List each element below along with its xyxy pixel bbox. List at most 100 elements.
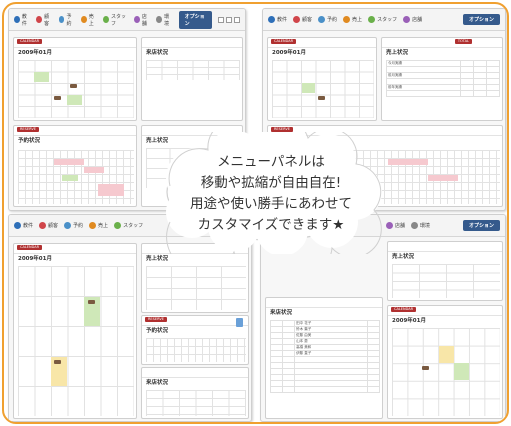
settings-icon — [411, 222, 419, 229]
shop-panel-title: 来店状況 — [270, 310, 293, 316]
heart-icon — [39, 222, 47, 229]
nav-bar: 教件 顧客 予約 売上 スタッフ 店舗 オプション — [263, 9, 505, 31]
reserve-block — [428, 175, 458, 181]
calendar-grid[interactable] — [18, 266, 134, 416]
heart-icon — [36, 16, 43, 23]
nav-item-env[interactable]: 環境 — [156, 13, 172, 27]
nav-item-customer[interactable]: 顧客 — [39, 222, 58, 229]
window-controls[interactable] — [218, 16, 240, 23]
nav-item-customer[interactable]: 顧客 — [293, 16, 312, 23]
calendar-tab: CALENDAR — [17, 39, 43, 44]
sales-panel[interactable]: TOTAL 売上状況 今月実績 前月実績 前年実績 — [381, 37, 503, 121]
settings-icon — [156, 16, 163, 23]
sales-table — [392, 264, 500, 298]
calendar-highlight — [454, 363, 469, 380]
nav-item-shop[interactable]: 店舗 — [386, 222, 405, 229]
shop-table — [146, 390, 246, 416]
calendar-month: 2009年01月 — [272, 50, 306, 56]
nav-bar: 教件 顧客 予約 売上 スタッフ 店舗 環境 オプション — [9, 9, 245, 31]
reserve-block — [62, 175, 78, 181]
nav-item-sales[interactable]: 売上 — [80, 13, 97, 27]
calendar-highlight — [302, 83, 315, 93]
calendar-grid[interactable] — [18, 60, 134, 118]
nav-item-home[interactable]: 教件 — [14, 222, 33, 229]
booking-tag[interactable] — [318, 96, 325, 100]
nav-item-shop[interactable]: 店舗 — [133, 13, 150, 27]
reserve-panel[interactable]: RESERVE 予約状況 — [141, 315, 249, 365]
reserve-grid[interactable] — [146, 338, 246, 362]
nav-item-staff[interactable]: スタッフ — [103, 13, 128, 27]
sales-title: 売上状況 — [386, 50, 409, 56]
options-button[interactable]: オプション — [178, 10, 212, 29]
reserve-block — [84, 167, 104, 173]
callout-line: カスタマイズできます★ — [197, 217, 345, 233]
callout-line: 用途や使い勝手にあわせて — [190, 196, 352, 212]
booking-tag[interactable] — [54, 360, 61, 364]
options-button[interactable]: オプション — [462, 14, 500, 25]
shop-icon — [133, 16, 140, 23]
sales-title: 売上状況 — [146, 256, 169, 262]
shop-panel[interactable]: 来店状況 — [141, 37, 243, 121]
trash-icon[interactable] — [236, 318, 243, 327]
calendar-highlight — [439, 346, 454, 363]
shop-panel-title: 来店状況 — [146, 50, 169, 56]
reserve-panel[interactable]: RESERVE 予約状況 — [13, 125, 137, 207]
reserve-block — [98, 184, 124, 196]
nav-item-env[interactable]: 環境 — [411, 222, 430, 229]
booking-tag[interactable] — [422, 366, 429, 370]
callout-text: メニューパネルは 移動や拡縮が自由自在! 用途や使い勝手にあわせて カスタマイズ… — [156, 152, 386, 236]
yen-icon — [343, 16, 351, 23]
nav-item-reserve[interactable]: 予約 — [318, 16, 337, 23]
nav-item-home[interactable]: 教件 — [14, 13, 30, 27]
booking-tag[interactable] — [54, 96, 61, 100]
home-icon — [14, 16, 20, 23]
sales-summary-table: 今月実績 前月実績 前年実績 — [386, 60, 501, 97]
sales-panel[interactable]: 売上状況 — [387, 241, 503, 301]
sales-table — [146, 266, 246, 310]
reserve-title: 予約状況 — [146, 328, 169, 334]
calendar-month: 2009年01月 — [392, 318, 426, 324]
staff-icon — [368, 16, 376, 23]
yen-icon — [89, 222, 97, 229]
shop-panel[interactable]: 来店状況 田中 花子 鈴木 葉子 佐藤 由美 山本 恵 高橋 美和 伊藤 直子 — [265, 297, 383, 419]
calendar-panel[interactable]: CALENDAR 2009年01月 — [13, 37, 137, 121]
callout-line: メニューパネルは — [217, 154, 325, 170]
shop-visit-table: 田中 花子 鈴木 葉子 佐藤 由美 山本 恵 高橋 美和 伊藤 直子 — [269, 320, 381, 393]
calendar-month: 2009年01月 — [18, 50, 52, 56]
calendar-panel-large[interactable]: CALENDAR 2009年01月 — [13, 243, 137, 419]
nav-item-sales[interactable]: 売上 — [343, 16, 362, 23]
options-button[interactable]: オプション — [462, 220, 500, 231]
booking-tag[interactable] — [70, 84, 77, 88]
reserve-block — [388, 159, 428, 165]
calendar-icon — [58, 16, 65, 23]
calendar-panel[interactable]: CALENDAR 2009年01月 — [267, 37, 377, 121]
reserve-title: 予約状況 — [18, 138, 41, 144]
home-icon — [268, 16, 275, 23]
calendar-grid[interactable] — [272, 60, 374, 118]
heart-icon — [293, 16, 301, 23]
nav-item-customer[interactable]: 顧客 — [36, 13, 52, 27]
calendar-month: 2009年01月 — [18, 256, 52, 262]
reserve-block — [54, 159, 84, 165]
callout-line: 移動や拡縮が自由自在! — [200, 175, 342, 191]
booking-tag[interactable] — [88, 300, 95, 304]
calendar-highlight — [67, 95, 82, 105]
sales-title: 売上状況 — [392, 254, 415, 260]
calendar-tab: CALENDAR — [271, 39, 297, 44]
calendar-panel[interactable]: CALENDAR 2009年01月 — [387, 305, 503, 419]
nav-item-reserve[interactable]: 予約 — [64, 222, 83, 229]
calendar-highlight — [34, 72, 49, 82]
shop-panel[interactable]: 来店状況 — [141, 367, 249, 419]
reserve-tab: RESERVE — [145, 317, 167, 322]
nav-item-shop[interactable]: 店舗 — [403, 16, 422, 23]
nav-item-staff[interactable]: スタッフ — [368, 16, 397, 23]
shop-icon — [386, 222, 393, 229]
calendar-icon — [318, 16, 326, 23]
nav-item-reserve[interactable]: 予約 — [58, 13, 75, 27]
nav-item-staff[interactable]: スタッフ — [114, 222, 143, 229]
sales-tab: TOTAL — [454, 39, 472, 44]
nav-item-home[interactable]: 教件 — [268, 16, 287, 23]
shop-table — [146, 60, 240, 80]
nav-item-sales[interactable]: 売上 — [89, 222, 108, 229]
calendar-grid[interactable] — [392, 328, 500, 416]
